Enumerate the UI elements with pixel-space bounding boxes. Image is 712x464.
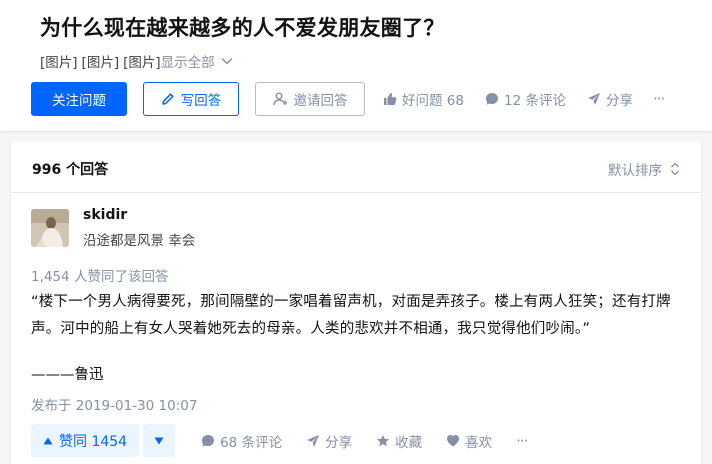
- show-all-button[interactable]: 显示全部: [161, 51, 233, 71]
- good-question-label: 好问题 68: [402, 93, 464, 109]
- author-bio: 沿途都是风景 幸会: [83, 233, 196, 249]
- question-more-label: ···: [652, 90, 665, 108]
- thumb-up-icon: [384, 93, 397, 105]
- vote-down-button[interactable]: [143, 424, 176, 457]
- divider: [11, 192, 701, 193]
- like-label: 喜欢: [465, 434, 493, 451]
- pencil-icon: [162, 93, 174, 105]
- show-all-label: 显示全部: [160, 55, 215, 71]
- avatar-image: [31, 209, 69, 247]
- image-tag-3: [图片]: [123, 55, 161, 71]
- good-question-button[interactable]: 好问题 68: [383, 89, 464, 109]
- comment-bubble-icon: [485, 93, 498, 105]
- comment-bubble-icon: [202, 434, 215, 447]
- answer-more-button[interactable]: ···: [516, 431, 528, 450]
- sort-dropdown[interactable]: 默认排序: [608, 159, 680, 179]
- question-header: 为什么现在越来越多的人不爱发朋友圈了？ [图片] [图片] [图片] 显示全部 …: [0, 0, 712, 131]
- vote-up-button[interactable]: 赞同 1454: [31, 424, 140, 457]
- image-tag-1[interactable]: [图片]: [40, 51, 78, 71]
- publish-time[interactable]: 发布于 2019-01-30 10:07: [31, 394, 197, 414]
- triangle-up-icon: [43, 437, 53, 444]
- star-icon: [377, 434, 390, 446]
- author-name[interactable]: skidir: [83, 207, 127, 223]
- question-comments-button[interactable]: 12 条评论: [485, 89, 566, 109]
- invite-user-icon: [272, 92, 287, 106]
- invite-answer-button[interactable]: 邀请回答: [255, 82, 365, 116]
- triangle-down-icon: [154, 437, 164, 444]
- question-title: 为什么现在越来越多的人不爱发朋友圈了？: [40, 16, 445, 40]
- voters-count[interactable]: 1,454 人赞同了该回答: [31, 265, 168, 285]
- follow-question-label: 关注问题: [52, 93, 106, 109]
- answer-share-button[interactable]: 分享: [306, 431, 352, 451]
- answer-more-label: ···: [516, 431, 528, 450]
- follow-question-button[interactable]: 关注问题: [31, 82, 127, 116]
- write-answer-label: 写回答: [180, 93, 222, 109]
- write-answer-button[interactable]: 写回答: [143, 82, 239, 116]
- question-more-button[interactable]: ···: [652, 90, 665, 108]
- question-detail: [图片] [图片] [图片] 显示全部: [40, 51, 233, 71]
- answer-share-label: 分享: [325, 434, 353, 451]
- sort-label: 默认排序: [608, 163, 662, 179]
- collect-button[interactable]: 收藏: [376, 431, 422, 451]
- collect-label: 收藏: [395, 434, 423, 451]
- share-plane-icon: [307, 434, 320, 447]
- answer-signature: ———鲁迅: [31, 367, 104, 383]
- answer-actions: 赞同 1454 68 条评论 分享 收藏 喜欢 ···: [31, 424, 528, 457]
- chevron-down-icon: [221, 58, 233, 65]
- question-share-button[interactable]: 分享: [587, 89, 633, 109]
- share-plane-icon: [587, 93, 600, 105]
- vote-up-label: 赞同 1454: [59, 433, 128, 450]
- sort-chevron-icon: [671, 162, 679, 176]
- avatar[interactable]: [31, 209, 69, 247]
- like-button[interactable]: 喜欢: [446, 431, 492, 451]
- answer-content: “楼下一个男人病得要死，那间隔壁的一家唱着留声机，对面是弄孩子。楼上有两人狂笑；…: [31, 294, 671, 337]
- image-tag-2[interactable]: [图片]: [82, 51, 120, 71]
- answers-card: 996 个回答 默认排序 skidir 沿途都是风景 幸会 1,454 人赞同了…: [11, 141, 701, 464]
- question-actions: 关注问题 写回答 邀请回答 好问题 68 12 条评论 分享 ···: [31, 82, 665, 116]
- answer-count: 996 个回答: [32, 162, 109, 178]
- answer-comments-label: 68 条评论: [220, 434, 283, 451]
- answer-comments-button[interactable]: 68 条评论: [201, 431, 282, 451]
- question-comments-label: 12 条评论: [503, 93, 566, 109]
- invite-answer-label: 邀请回答: [293, 93, 348, 109]
- heart-icon: [447, 435, 460, 447]
- question-share-label: 分享: [605, 93, 633, 109]
